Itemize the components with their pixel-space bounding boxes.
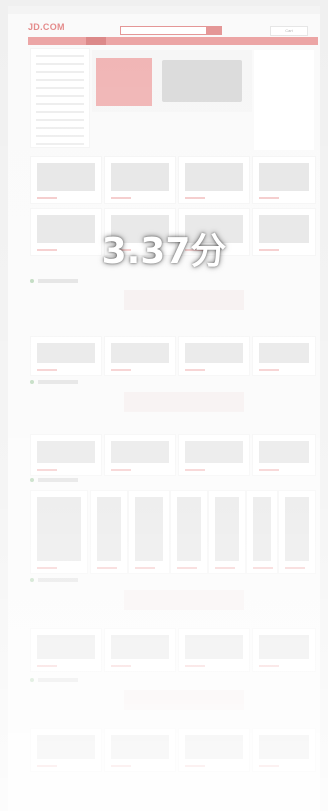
screen-dim-overlay [0, 0, 328, 811]
screenshot-stage: JD.COM Cart 3.37分 [0, 0, 328, 811]
rating-overlay-text: 3.37分 [101, 231, 227, 272]
